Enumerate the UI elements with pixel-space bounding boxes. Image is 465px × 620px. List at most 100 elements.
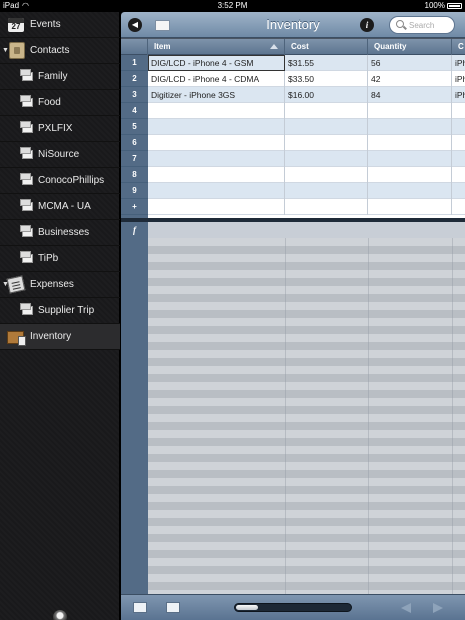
empty-cell[interactable] [148,135,285,151]
cell-item[interactable]: DIG/LCD - iPhone 4 - CDMA [148,71,285,87]
cell-c[interactable]: iPh [452,55,465,71]
folder-icon [20,251,33,263]
empty-cell[interactable] [285,119,368,135]
folder-icon [20,199,33,211]
empty-cell[interactable] [148,119,285,135]
empty-cell[interactable] [148,151,285,167]
empty-row[interactable] [148,167,465,183]
empty-cell[interactable] [368,119,452,135]
sidebar-item-pxlfix[interactable]: PXLFIX [0,116,120,142]
empty-cell[interactable] [285,151,368,167]
empty-cell[interactable] [148,183,285,199]
sidebar-item-family[interactable]: Family [0,64,120,90]
row-number[interactable]: 6 [121,135,148,151]
top-toolbar: ◀ Inventory i Search [121,12,465,38]
row-number[interactable]: 8 [121,167,148,183]
empty-cell[interactable] [285,167,368,183]
row-number[interactable]: 1 [121,55,148,71]
empty-cell[interactable] [285,135,368,151]
sidebar-item-mcma-ua[interactable]: MCMA - UA [0,194,120,220]
column-header-cost[interactable]: Cost [285,39,368,55]
folder-icon [20,147,33,159]
slider-thumb[interactable] [236,605,258,610]
search-input[interactable]: Search [389,16,455,34]
cell-cost[interactable]: $33.50 [285,71,368,87]
empty-row[interactable] [148,151,465,167]
sort-ascending-icon [270,44,278,49]
cell-item[interactable]: DIG/LCD - iPhone 4 - GSM [148,55,285,71]
empty-row[interactable] [148,135,465,151]
sidebar-item-events[interactable]: 27 Events [0,12,120,38]
column-divider [452,238,453,606]
add-row-button[interactable]: + [121,199,148,215]
row-number[interactable]: 4 [121,103,148,119]
cell-quantity[interactable]: 56 [368,55,452,71]
previous-arrow-icon[interactable] [401,603,411,613]
sidebar-item-nisource[interactable]: NiSource [0,142,120,168]
cell-item[interactable]: Digitizer - iPhone 3GS [148,87,285,103]
add-record-button[interactable] [133,602,147,613]
column-header-quantity[interactable]: Quantity [368,39,452,55]
sidebar-item-supplier-trip[interactable]: Supplier Trip [0,298,120,324]
formula-row: f [121,222,465,238]
column-divider [285,238,286,606]
sidebar-item-businesses[interactable]: Businesses [0,220,120,246]
record-button[interactable] [53,610,67,620]
cell-quantity[interactable]: 84 [368,87,452,103]
table-row[interactable]: DIG/LCD - iPhone 4 - CDMA $33.50 42 iPh [148,71,465,87]
empty-cell[interactable] [368,151,452,167]
empty-row[interactable] [148,119,465,135]
sidebar-item-label: NiSource [38,149,80,160]
empty-cell[interactable] [285,199,368,215]
sidebar-item-expenses[interactable]: ▼ Expenses [0,272,120,298]
empty-row[interactable] [148,103,465,119]
column-header-c[interactable]: C [452,39,465,55]
cell-c[interactable]: iPh [452,71,465,87]
sidebar-item-label: Family [38,71,68,82]
footer-row-number-column [121,238,148,606]
empty-cell[interactable] [368,199,452,215]
sidebar-item-contacts[interactable]: ▼ Contacts [0,38,120,64]
cell-quantity[interactable]: 42 [368,71,452,87]
row-number[interactable]: 7 [121,151,148,167]
empty-cell[interactable] [285,103,368,119]
row-number[interactable]: 5 [121,119,148,135]
cell-c[interactable]: iPh [452,87,465,103]
empty-cell[interactable] [148,103,285,119]
cell-cost[interactable]: $31.55 [285,55,368,71]
spreadsheet-grid: Item Cost Quantity C 1 2 3 4 5 6 7 8 9 +… [121,39,465,606]
empty-cell[interactable] [285,183,368,199]
sidebar-item-label: Contacts [30,45,70,56]
empty-cell[interactable] [368,167,452,183]
table-row[interactable]: Digitizer - iPhone 3GS $16.00 84 iPh [148,87,465,103]
empty-cell[interactable] [148,199,285,215]
sidebar-item-inventory[interactable]: Inventory [0,324,120,350]
folder-icon [20,69,33,81]
formula-icon[interactable]: f [121,222,148,238]
sidebar-item-food[interactable]: Food [0,90,120,116]
empty-row[interactable] [148,183,465,199]
empty-cell[interactable] [148,167,285,183]
row-number[interactable]: 9 [121,183,148,199]
next-arrow-icon[interactable] [433,603,443,613]
row-number[interactable]: 2 [121,71,148,87]
cell-cost[interactable]: $16.00 [285,87,368,103]
column-divider [368,238,369,606]
empty-cell[interactable] [368,103,452,119]
empty-row[interactable] [148,199,465,215]
empty-cell[interactable] [368,183,452,199]
empty-cell[interactable] [368,135,452,151]
column-header-item[interactable]: Item [148,39,285,55]
battery-icon [447,3,462,9]
search-icon [396,20,404,28]
sidebar-item-conocophillips[interactable]: ConocoPhillips [0,168,120,194]
info-button[interactable]: i [360,18,374,32]
scroll-slider[interactable] [234,603,352,612]
status-bar: iPad ◠ 3:52 PM 100% [0,0,465,12]
sidebar-item-tipb[interactable]: TiPb [0,246,120,272]
table-row[interactable]: DIG/LCD - iPhone 4 - GSM $31.55 56 iPh [148,55,465,71]
main-panel: ◀ Inventory i Search Item Cost Quantity … [121,12,465,620]
row-number[interactable]: 3 [121,87,148,103]
add-form-button[interactable] [166,602,180,613]
disclosure-triangle-icon[interactable]: ▼ [2,38,9,64]
